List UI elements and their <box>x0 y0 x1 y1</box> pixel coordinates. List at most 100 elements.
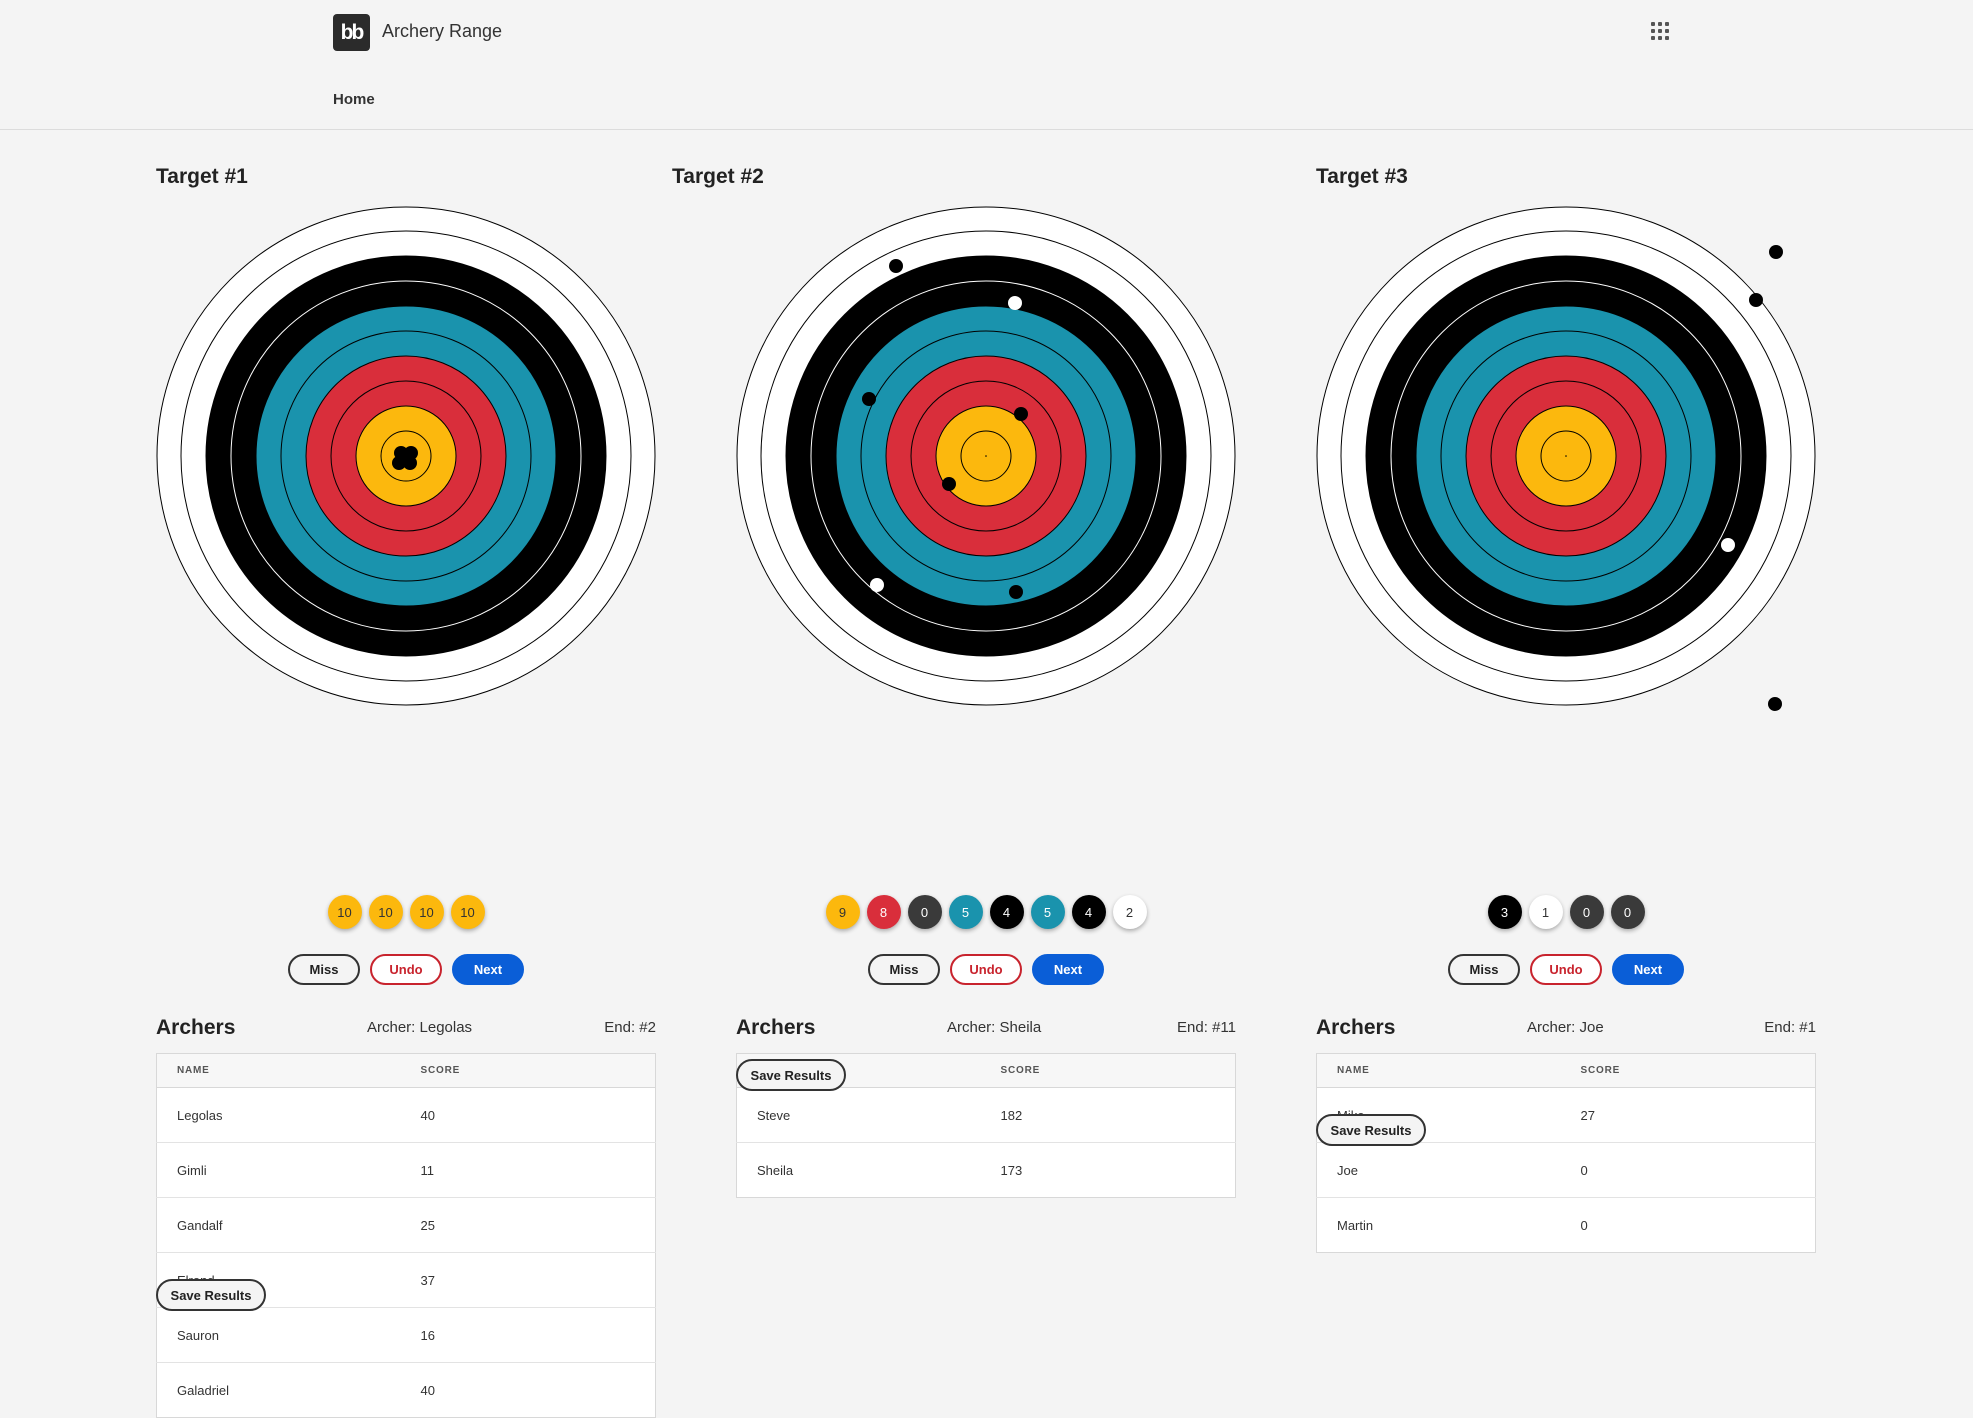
table-row[interactable]: Steve 182 <box>736 1087 1236 1143</box>
grid-icon[interactable] <box>1651 22 1669 40</box>
target-title: Target #3 <box>1316 165 1408 188</box>
archer-score: 27 <box>1560 1087 1816 1143</box>
archer-score: 16 <box>400 1307 656 1363</box>
archer-name: Legolas <box>156 1087 401 1143</box>
table-row[interactable]: Joe 0 <box>1316 1142 1816 1198</box>
archer-name: Gimli <box>156 1142 401 1198</box>
end-label: End: #2 <box>604 1019 656 1036</box>
app-title: Archery Range <box>382 21 503 41</box>
archers-title: Archers <box>156 1016 236 1039</box>
miss-button[interactable]: Miss <box>1448 954 1520 985</box>
arrow-hit <box>1009 585 1023 599</box>
score-chip: 10 <box>368 895 403 929</box>
current-archer: Archer: Legolas <box>367 1019 473 1036</box>
archer-score: 0 <box>1560 1142 1816 1198</box>
column-header-name: NAME <box>156 1053 401 1088</box>
score-chip: 8 <box>866 895 901 929</box>
current-archer: Archer: Joe <box>1527 1019 1604 1036</box>
archers-title: Archers <box>736 1016 816 1039</box>
target-title: Target #2 <box>672 165 764 188</box>
column-header-score: SCORE <box>400 1053 656 1088</box>
archers-header: Archers Archer: Legolas End: #2 <box>156 1016 656 1044</box>
archers-table: NAME SCORE Mike27 Joe0 Martin0 <box>1316 1053 1816 1253</box>
archer-name: Martin <box>1337 1217 1374 1233</box>
end-label: End: #11 <box>1177 1019 1236 1036</box>
arrow-hit <box>870 578 884 592</box>
action-buttons: Miss Undo Next <box>156 954 656 985</box>
score-chip: 10 <box>450 895 485 929</box>
save-results-button[interactable]: Save Results <box>156 1279 266 1311</box>
score-chip: 5 <box>948 895 983 929</box>
archer-name: Galadriel <box>177 1382 230 1398</box>
score-chips: 3 1 0 0 <box>1316 895 1816 931</box>
table-row[interactable]: Galadriel 40 <box>157 1363 656 1418</box>
score-chips: 10 10 10 10 <box>156 895 656 931</box>
score-chip: 2 <box>1112 895 1147 929</box>
archer-score: 11 <box>400 1142 656 1198</box>
table-row[interactable]: Sheila 173 <box>737 1143 1236 1198</box>
score-chip: 9 <box>825 895 860 929</box>
save-results-button[interactable]: Save Results <box>1316 1114 1426 1146</box>
score-chip: 0 <box>1610 895 1645 929</box>
archer-score: 40 <box>400 1087 656 1143</box>
table-row[interactable]: Sauron 16 <box>156 1307 656 1363</box>
end-label: End: #1 <box>1764 1019 1816 1036</box>
save-results-button[interactable]: Save Results <box>736 1059 846 1091</box>
table-row[interactable]: Martin 0 <box>1317 1198 1816 1253</box>
arrow-hit <box>1768 697 1782 711</box>
miss-button[interactable]: Miss <box>868 954 940 985</box>
score-chip: 5 <box>1030 895 1065 929</box>
stray-arrow-hits <box>1768 245 1783 711</box>
app-logo: bb <box>333 14 370 51</box>
archery-target[interactable] <box>156 206 656 706</box>
arrow-hit <box>942 477 956 491</box>
score-chip: 1 <box>1528 895 1563 929</box>
archer-name: Sheila <box>757 1162 794 1178</box>
nav-home-link[interactable]: Home <box>333 91 375 108</box>
action-buttons: Miss Undo Next <box>1316 954 1816 985</box>
column-header-score: SCORE <box>1560 1053 1816 1088</box>
next-button[interactable]: Next <box>1032 954 1104 985</box>
undo-button[interactable]: Undo <box>950 954 1022 985</box>
top-bar: bb Archery Range Home <box>0 0 1973 130</box>
arrow-hit <box>403 456 417 470</box>
arrow-hit <box>1014 407 1028 421</box>
archer-score: 173 <box>1000 1162 1023 1178</box>
next-button[interactable]: Next <box>452 954 524 985</box>
archer-score: 40 <box>420 1382 435 1398</box>
target-title: Target #1 <box>156 165 248 188</box>
undo-button[interactable]: Undo <box>1530 954 1602 985</box>
arrow-hit <box>1008 296 1022 310</box>
undo-button[interactable]: Undo <box>370 954 442 985</box>
score-chips: 9 8 0 5 4 5 4 2 <box>736 895 1236 931</box>
score-chip: 10 <box>327 895 362 929</box>
archers-header: Archers Archer: Sheila End: #11 <box>736 1016 1236 1044</box>
target-center <box>985 455 987 457</box>
column-header-name: NAME <box>1316 1053 1561 1088</box>
table-row[interactable]: Legolas 40 <box>156 1087 656 1143</box>
score-chip: 0 <box>1569 895 1604 929</box>
current-archer: Archer: Sheila <box>947 1019 1042 1036</box>
archers-header: Archers Archer: Joe End: #1 <box>1316 1016 1816 1044</box>
arrow-hit <box>889 259 903 273</box>
table-row[interactable]: Gimli 11 <box>156 1142 656 1198</box>
archer-score: 37 <box>400 1252 656 1308</box>
column-header-score: SCORE <box>980 1053 1236 1088</box>
arrow-hits <box>392 446 418 470</box>
arrow-hit <box>862 392 876 406</box>
target-center <box>1565 455 1567 457</box>
archer-name: Sauron <box>156 1307 401 1363</box>
archery-target[interactable] <box>736 206 1236 706</box>
archer-score: 25 <box>400 1197 656 1253</box>
score-chip: 10 <box>409 895 444 929</box>
archer-score: 0 <box>1580 1217 1588 1233</box>
action-buttons: Miss Undo Next <box>736 954 1236 985</box>
score-chip: 3 <box>1487 895 1522 929</box>
archer-name: Gandalf <box>156 1197 401 1253</box>
table-row[interactable]: Gandalf 25 <box>156 1197 656 1253</box>
score-chip: 4 <box>1071 895 1106 929</box>
miss-button[interactable]: Miss <box>288 954 360 985</box>
archer-score: 182 <box>980 1087 1236 1143</box>
archer-name: Joe <box>1316 1142 1561 1198</box>
next-button[interactable]: Next <box>1612 954 1684 985</box>
